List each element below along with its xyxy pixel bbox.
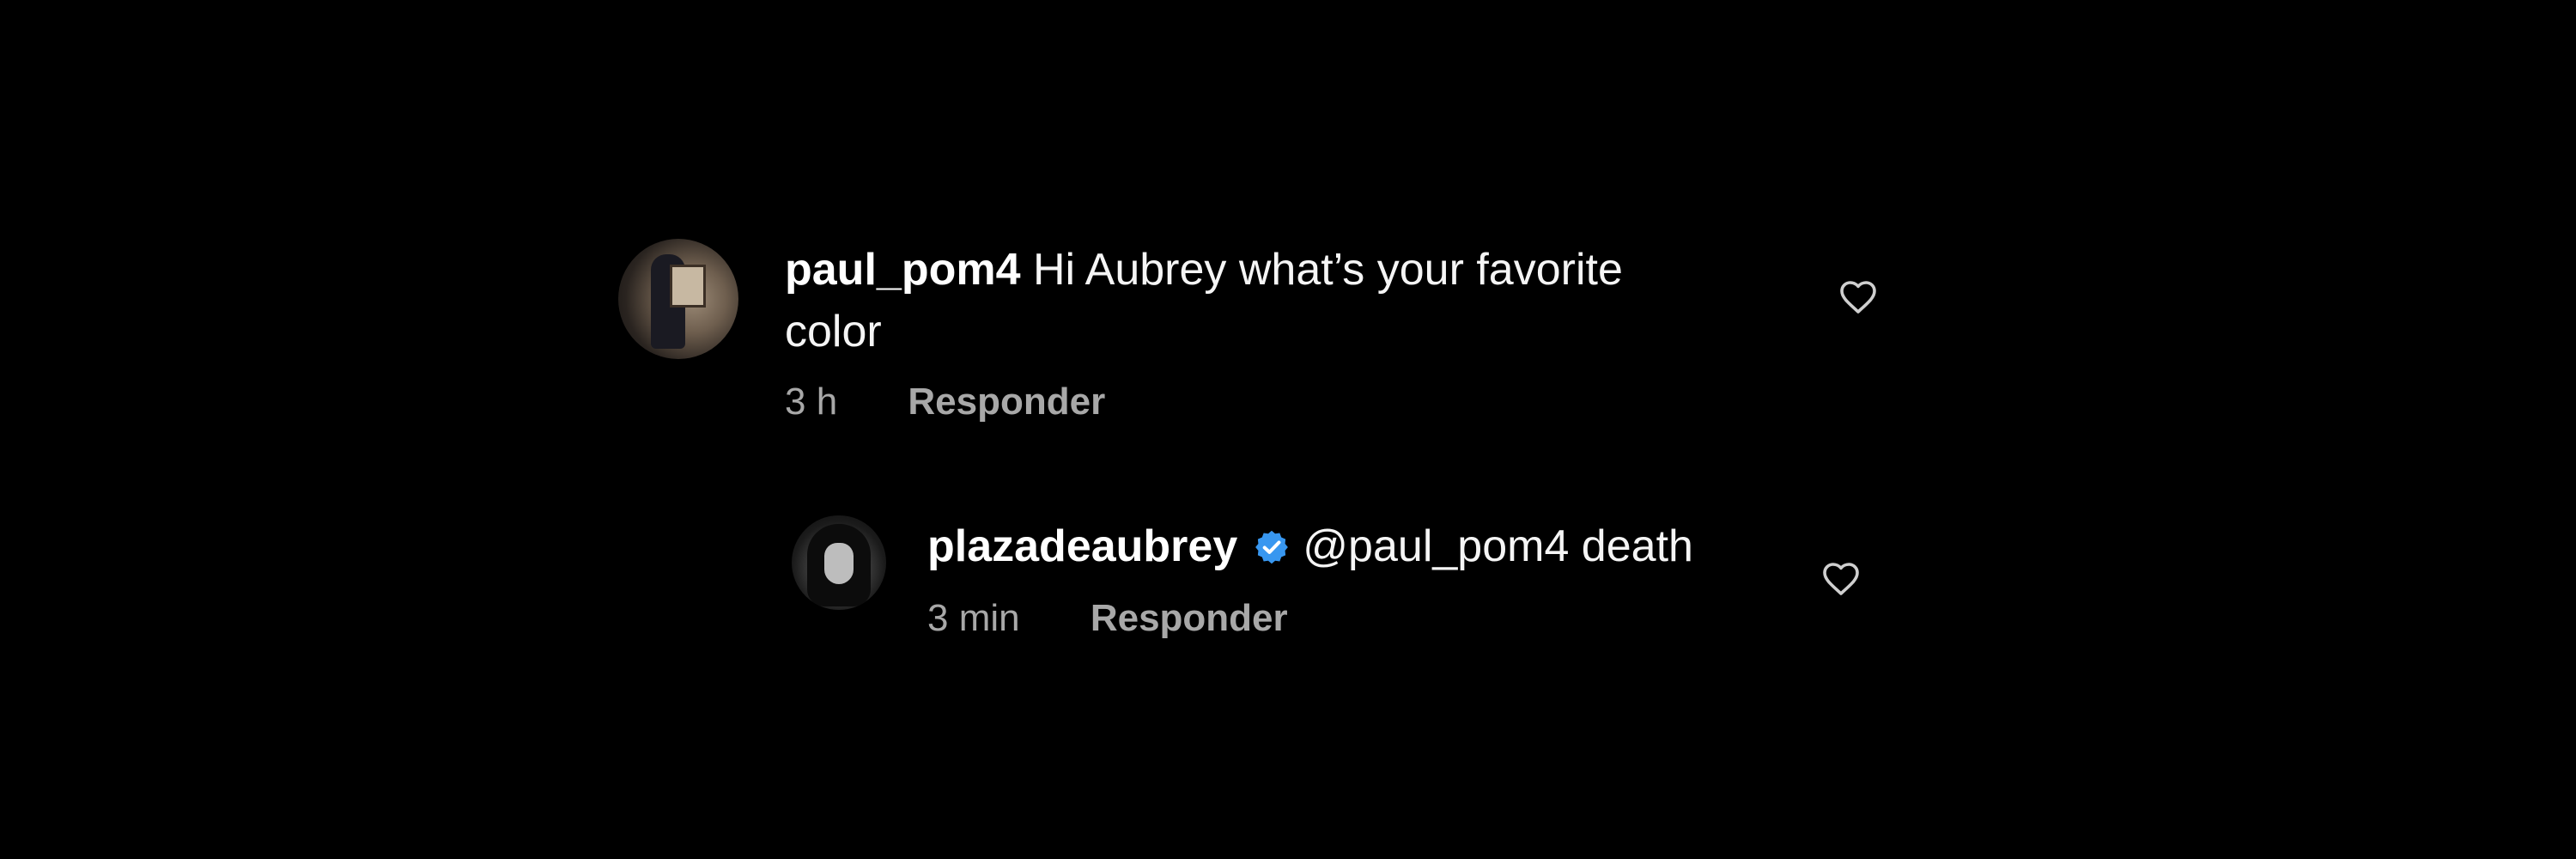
reply-text-block: plazadeaubrey @paul_pom4 death — [927, 515, 1700, 577]
comment-body: paul_pom4 Hi Aubrey what’s your favorite… — [785, 239, 1712, 428]
avatar-frame — [670, 265, 706, 308]
reply-username[interactable]: plazadeaubrey — [927, 521, 1237, 571]
avatar[interactable] — [792, 515, 886, 610]
comment-meta: 3 h Responder — [785, 376, 1712, 428]
comment-username[interactable]: paul_pom4 — [785, 245, 1021, 295]
comment-text-block: paul_pom4 Hi Aubrey what’s your favorite… — [785, 239, 1712, 362]
reply-meta: 3 min Responder — [927, 593, 1700, 644]
heart-outline-icon[interactable] — [1838, 277, 1879, 318]
comments-thread: paul_pom4 Hi Aubrey what’s your favorite… — [0, 0, 2576, 859]
avatar[interactable] — [618, 239, 738, 359]
reply-button[interactable]: Responder — [1091, 593, 1288, 644]
reply-timestamp: 3 min — [927, 597, 1020, 639]
comment-timestamp: 3 h — [785, 381, 838, 423]
reply-text: @paul_pom4 death — [1303, 521, 1693, 571]
avatar-face — [824, 543, 854, 584]
verified-badge-icon — [1253, 521, 1291, 564]
reply-button[interactable]: Responder — [908, 376, 1105, 428]
reply-body: plazadeaubrey @paul_pom4 death 3 min Resp… — [927, 515, 1700, 644]
heart-outline-icon[interactable] — [1820, 558, 1862, 600]
